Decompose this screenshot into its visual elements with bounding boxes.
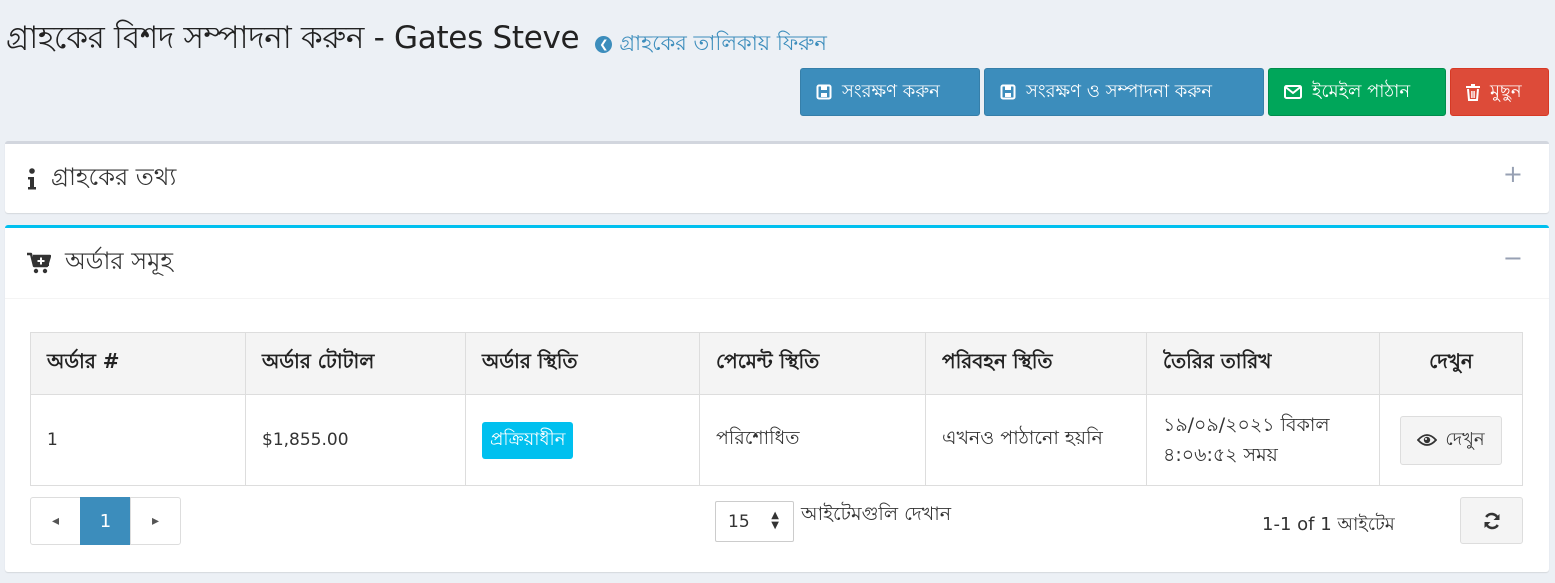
page-button-1[interactable]: 1 xyxy=(80,497,131,545)
orders-title: অর্ডার সমূহ xyxy=(27,243,173,283)
send-email-button[interactable]: ইমেইল পাঠান xyxy=(1268,68,1446,116)
cart-plus-icon xyxy=(27,252,51,274)
floppy-icon xyxy=(1000,84,1016,100)
save-and-continue-button-label: সংরক্ষণ ও সম্পাদনা করুন xyxy=(1026,80,1212,102)
orders-table: অর্ডার # অর্ডার টোটাল অর্ডার স্থিতি পেমে… xyxy=(30,332,1523,486)
refresh-button[interactable] xyxy=(1460,497,1523,544)
customer-info-title-label: গ্রাহকের তথ্য xyxy=(51,162,177,191)
column-header-created-date[interactable]: তৈরির তারিখ xyxy=(1146,332,1380,395)
page-header: গ্রাহকের বিশদ সম্পাদনা করুন - Gates Stev… xyxy=(6,14,827,66)
column-header-payment-status[interactable]: পেমেন্ট স্থিতি xyxy=(699,332,926,395)
send-email-button-label: ইমেইল পাঠান xyxy=(1312,80,1411,102)
pagination: ◂ 1 ▸ xyxy=(30,497,181,545)
shipping-status-cell: এখনও পাঠানো হয়নি xyxy=(925,394,1147,486)
order-number-cell: 1 xyxy=(30,394,246,486)
page-size-control: 15 ▲ ▼ আইটেমগুলি দেখান xyxy=(715,501,951,542)
floppy-icon xyxy=(816,84,832,100)
column-header-order-status[interactable]: অর্ডার স্থিতি xyxy=(465,332,700,395)
page-info: 1-1 of 1 আইটেম xyxy=(1262,514,1395,535)
page-size-select[interactable]: 15 ▲ ▼ xyxy=(715,501,794,542)
trash-icon xyxy=(1466,83,1480,101)
refresh-icon xyxy=(1483,512,1501,530)
collapse-toggle-icon[interactable]: − xyxy=(1503,244,1523,272)
save-button-label: সংরক্ষণ করুন xyxy=(842,80,940,102)
column-header-order-total[interactable]: অর্ডার টোটাল xyxy=(245,332,466,395)
delete-button[interactable]: মুছুন xyxy=(1450,68,1549,116)
save-button[interactable]: সংরক্ষণ করুন xyxy=(800,68,980,116)
customer-info-panel-header[interactable]: গ্রাহকের তথ্য + xyxy=(5,144,1549,213)
chevron-up-down-icon: ▲ ▼ xyxy=(771,510,779,531)
column-header-order-number[interactable]: অর্ডার # xyxy=(30,332,246,395)
customer-info-panel: গ্রাহকের তথ্য + xyxy=(5,141,1549,213)
table-row: 1 $1,855.00 প্রক্রিয়াধীন পরিশোধিত এখনও … xyxy=(30,394,1523,486)
back-link-label: গ্রাহকের তালিকায় ফিরুন xyxy=(619,31,827,55)
created-date-line2: ৪:০৬:৫২ সময় xyxy=(1163,444,1278,466)
previous-page-button[interactable]: ◂ xyxy=(30,497,81,545)
table-header-row: অর্ডার # অর্ডার টোটাল অর্ডার স্থিতি পেমে… xyxy=(30,332,1523,395)
expand-toggle-icon[interactable]: + xyxy=(1503,160,1523,188)
view-cell: দেখুন xyxy=(1379,394,1523,486)
orders-panel-header[interactable]: অর্ডার সমূহ − xyxy=(5,228,1549,299)
created-date-line1: ১৯/০৯/২০২১ বিকাল xyxy=(1163,414,1330,436)
delete-button-label: মুছুন xyxy=(1490,80,1522,102)
orders-title-label: অর্ডার সমূহ xyxy=(65,247,174,275)
envelope-icon xyxy=(1284,85,1302,99)
order-total-cell: $1,855.00 xyxy=(245,394,466,486)
view-order-button-label: দেখুন xyxy=(1445,428,1485,450)
next-page-button[interactable]: ▸ xyxy=(130,497,181,545)
orders-panel: অর্ডার সমূহ − অর্ডার # অর্ডার টোটাল অর্ড… xyxy=(5,225,1549,572)
eye-icon xyxy=(1417,433,1438,447)
circle-arrow-left-icon: ❮ xyxy=(595,36,613,53)
info-icon xyxy=(27,167,37,190)
page-size-label: আইটেমগুলি দেখান xyxy=(801,502,952,525)
action-toolbar: সংরক্ষণ করুন সংরক্ষণ ও সম্পাদনা করুন ইমে… xyxy=(800,68,1549,116)
column-header-view: দেখুন xyxy=(1379,332,1523,395)
payment-status-cell: পরিশোধিত xyxy=(699,394,926,486)
page-title: গ্রাহকের বিশদ সম্পাদনা করুন - Gates Stev… xyxy=(6,20,580,56)
order-status-badge: প্রক্রিয়াধীন xyxy=(482,421,574,459)
column-header-shipping-status[interactable]: পরিবহন স্থিতি xyxy=(925,332,1147,395)
customer-info-title: গ্রাহকের তথ্য xyxy=(27,159,176,199)
order-status-cell: প্রক্রিয়াধীন xyxy=(465,394,700,486)
view-order-button[interactable]: দেখুন xyxy=(1400,415,1502,465)
back-to-customer-list-link[interactable]: ❮ গ্রাহকের তালিকায় ফিরুন xyxy=(595,27,827,62)
save-and-continue-button[interactable]: সংরক্ষণ ও সম্পাদনা করুন xyxy=(984,68,1264,116)
page-size-value: 15 xyxy=(728,511,750,532)
created-date-cell: ১৯/০৯/২০২১ বিকাল ৪:০৬:৫২ সময় xyxy=(1146,394,1380,486)
